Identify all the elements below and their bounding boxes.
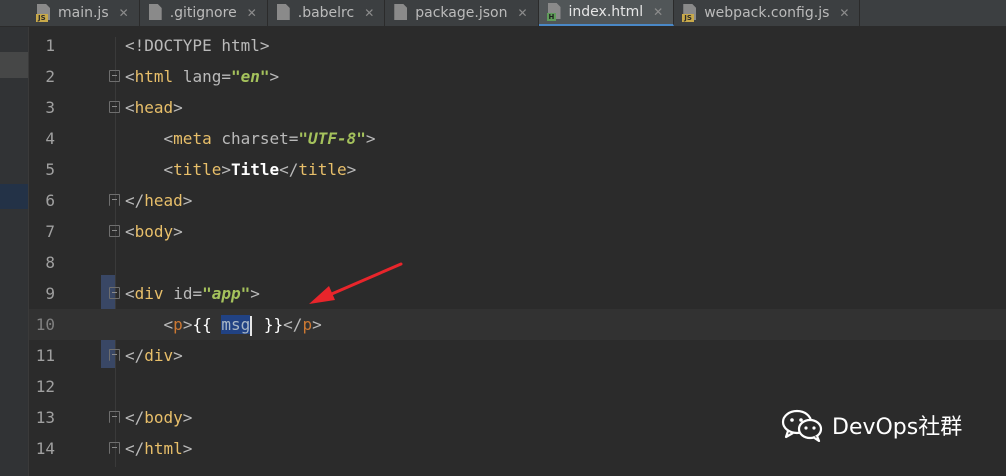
tab-babelrc[interactable]: .babelrc ✕	[268, 0, 386, 26]
line-number: 10	[35, 315, 55, 334]
code-text: <head>	[125, 98, 183, 117]
code-line[interactable]: 6 </head>	[29, 185, 1006, 216]
line-number: 3	[45, 98, 55, 117]
code-text: <p>{{ msg }}</p>	[163, 315, 322, 336]
fold-icon[interactable]	[109, 225, 120, 237]
code-line[interactable]: 3 <head>	[29, 92, 1006, 123]
fold-end-icon[interactable]	[109, 194, 120, 206]
code-text: <div id="app">	[125, 284, 260, 303]
fold-end-icon[interactable]	[109, 349, 120, 361]
code-text: <!DOCTYPE html>	[125, 36, 270, 55]
editor-tab-bar: JS main.js ✕ .gitignore ✕ .babelrc ✕ pac…	[0, 0, 1006, 27]
text-selection: msg	[221, 315, 251, 334]
line-number: 13	[35, 408, 55, 427]
tab-index-html[interactable]: H index.html ✕	[538, 0, 675, 26]
code-text: <body>	[125, 222, 183, 241]
tab-label: .gitignore	[169, 5, 237, 21]
fold-icon[interactable]	[109, 287, 120, 299]
line-number: 2	[45, 67, 55, 86]
text-caret	[250, 315, 253, 336]
code-text: </head>	[125, 191, 193, 210]
wechat-icon	[781, 409, 823, 442]
text-file-icon	[148, 4, 164, 22]
line-number: 5	[45, 160, 55, 179]
strip-marker	[0, 52, 28, 78]
close-icon[interactable]: ✕	[119, 6, 129, 20]
code-line[interactable]: 7 <body>	[29, 216, 1006, 247]
line-number: 7	[45, 222, 55, 241]
line-number: 11	[35, 346, 55, 365]
fold-end-icon[interactable]	[109, 411, 120, 423]
tab-label: webpack.config.js	[704, 5, 830, 21]
close-icon[interactable]: ✕	[364, 6, 374, 20]
red-arrow-annotation	[309, 262, 403, 304]
close-icon[interactable]: ✕	[517, 6, 527, 20]
line-number: 9	[45, 284, 55, 303]
code-line[interactable]: 1 <!DOCTYPE html>	[29, 30, 1006, 61]
tab-label: index.html	[568, 4, 644, 20]
code-line[interactable]: 4 <meta charset="UTF-8">	[29, 123, 1006, 154]
code-text: <title>Title</title>	[163, 160, 357, 179]
js-file-icon: JS	[36, 4, 52, 22]
close-icon[interactable]: ✕	[839, 6, 849, 20]
code-line[interactable]: 2 <html lang="en">	[29, 61, 1006, 92]
watermark: DevOps社群	[780, 408, 962, 442]
tab-webpack-config-js[interactable]: JS webpack.config.js ✕	[674, 0, 861, 26]
line-number: 1	[45, 36, 55, 55]
code-text: </html>	[125, 439, 193, 458]
fold-end-icon[interactable]	[109, 442, 120, 454]
tab-label: package.json	[415, 5, 508, 21]
line-number: 6	[45, 191, 55, 210]
fold-icon[interactable]	[109, 101, 120, 113]
fold-icon[interactable]	[109, 70, 120, 82]
code-line[interactable]: 9 <div id="app">	[29, 278, 1006, 309]
close-icon[interactable]: ✕	[653, 5, 663, 19]
strip-marker	[0, 184, 28, 209]
line-number: 8	[45, 253, 55, 272]
tab-main-js[interactable]: JS main.js ✕	[0, 0, 140, 26]
code-text: <html lang="en">	[125, 67, 280, 86]
code-line[interactable]: 12	[29, 371, 1006, 402]
tab-label: .babelrc	[297, 5, 355, 21]
watermark-label: DevOps社群	[832, 415, 963, 440]
html-file-icon: H	[546, 3, 563, 21]
code-text: </body>	[125, 408, 193, 427]
code-text: <meta charset="UTF-8">	[163, 129, 376, 148]
js-file-icon: JS	[682, 4, 698, 22]
code-line[interactable]: 8	[29, 247, 1006, 278]
line-number: 4	[45, 129, 55, 148]
tab-label: main.js	[58, 5, 109, 21]
code-line[interactable]: 11 </div>	[29, 340, 1006, 371]
line-number: 14	[35, 439, 55, 458]
left-tool-strip	[0, 27, 29, 476]
tab-package-json[interactable]: package.json ✕	[385, 0, 539, 26]
config-file-icon	[276, 4, 292, 22]
tab-gitignore[interactable]: .gitignore ✕	[140, 0, 268, 26]
code-text: </div>	[125, 346, 183, 365]
json-file-icon	[393, 4, 409, 22]
line-number: 12	[35, 377, 55, 396]
code-line-current[interactable]: 10 <p>{{ msg }}</p>	[29, 309, 1006, 340]
close-icon[interactable]: ✕	[247, 6, 257, 20]
code-line[interactable]: 5 <title>Title</title>	[29, 154, 1006, 185]
